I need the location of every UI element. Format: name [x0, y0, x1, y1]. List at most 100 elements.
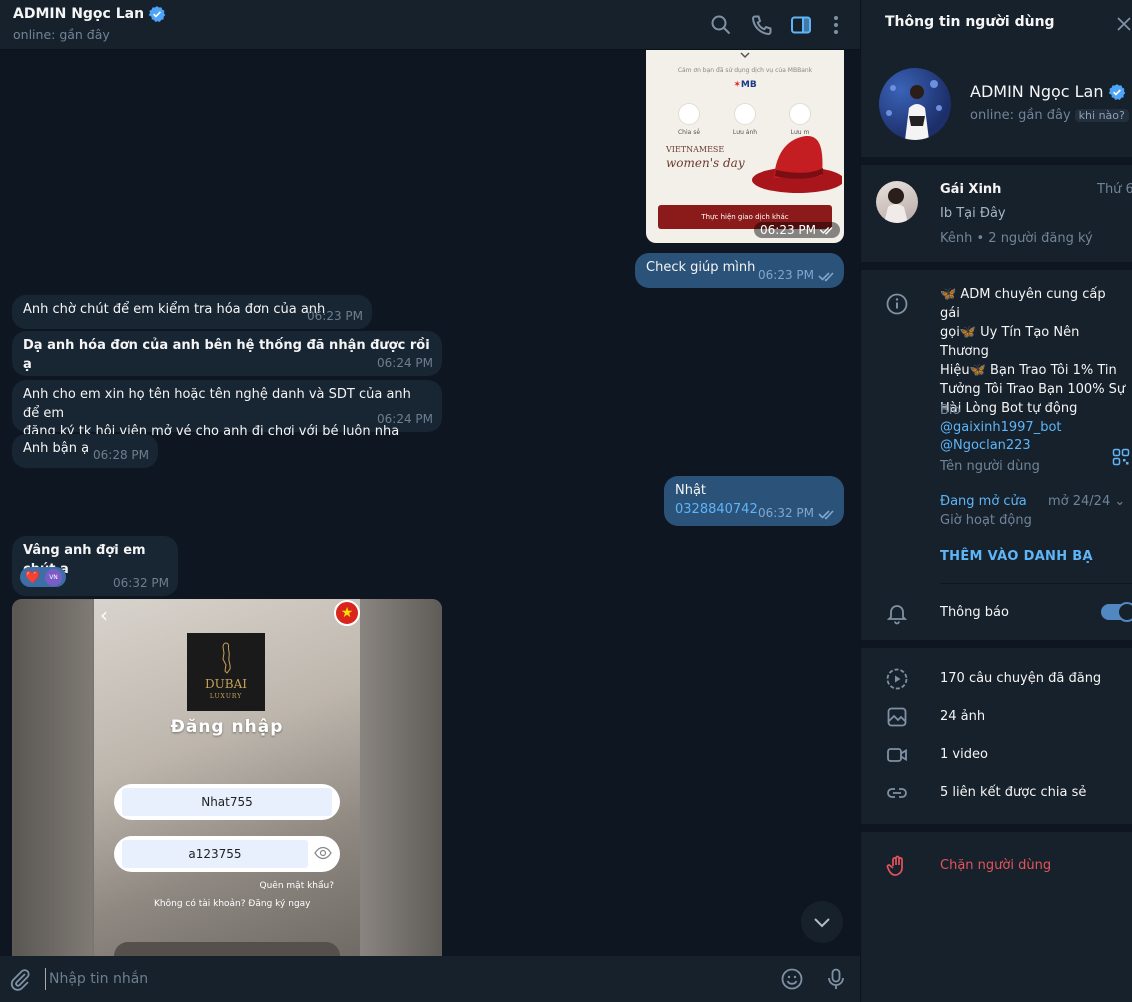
section-divider — [861, 157, 1132, 165]
section-divider — [861, 824, 1132, 832]
attach-icon[interactable] — [8, 967, 32, 991]
chat-header[interactable]: ADMIN Ngọc Lan online: gần đây — [0, 0, 860, 50]
incoming-message[interactable]: Anh cho em xin họ tên hoặc tên nghệ danh… — [12, 380, 442, 439]
business-hours-status[interactable]: Đang mở cửa — [940, 494, 1027, 509]
hours-right-text: mở 24/24 — [1048, 494, 1111, 509]
block-user-button[interactable]: Chặn người dùng — [940, 858, 1051, 873]
avatar[interactable] — [879, 68, 951, 140]
login-heading: Đăng nhập — [170, 717, 284, 737]
heart-reaction-icon: ❤️ — [25, 570, 40, 584]
channel-subscribers: Kênh • 2 người đăng ký — [940, 231, 1093, 246]
red-hat-illustration — [752, 135, 842, 193]
password-field: a123755 — [114, 836, 340, 872]
section-divider — [861, 262, 1132, 270]
business-hours-label: Giờ hoạt động — [940, 513, 1032, 528]
profile-status-text: online: gần đây — [970, 108, 1071, 123]
vietnam-flag-icon: ★ — [334, 600, 360, 626]
reaction-chip[interactable]: ❤️ VN — [20, 567, 66, 587]
outgoing-message[interactable]: Nhật 0328840742 06:32 PM — [664, 476, 844, 526]
blurred-background — [12, 599, 94, 956]
notifications-toggle[interactable] — [1101, 602, 1132, 622]
dubai-luxury-logo: DUBAI LUXURY — [187, 633, 265, 711]
message-time: 06:32 PM — [758, 505, 814, 520]
message-time: 06:23 PM — [758, 267, 814, 282]
read-ticks-icon — [819, 227, 833, 235]
mb-bank-logo: ✶MB — [733, 80, 757, 90]
stories-icon — [886, 668, 908, 690]
message-input[interactable]: Nhập tin nhắn — [45, 968, 745, 990]
receipt-action-share: Chia sẻ — [677, 129, 701, 136]
avatar-photo — [886, 80, 942, 140]
link-icon — [887, 788, 907, 798]
toggle-knob — [1117, 602, 1132, 622]
bot-link[interactable]: @gaixinh1997_bot — [940, 418, 1126, 437]
videos-count: 1 video — [940, 747, 988, 762]
emoji-icon[interactable] — [780, 967, 804, 991]
channel-avatar — [876, 181, 918, 223]
message-text-line-1: Anh cho em xin họ tên hoặc tên nghệ danh… — [23, 387, 411, 421]
message-time: 06:24 PM — [377, 411, 433, 426]
profile-name: ADMIN Ngọc Lan — [970, 82, 1126, 101]
message-text: Dạ anh hóa đơn của anh bên hệ thống đã n… — [23, 338, 430, 372]
bio[interactable]: 🦋 ADM chuyên cung cấp gái gọi🦋 Uy Tín Tạ… — [940, 285, 1126, 437]
back-arrow-icon: ‹ — [100, 603, 108, 627]
channel-date: Thứ 6 — [1097, 182, 1132, 197]
business-hours-summary[interactable]: mở 24/24 ⌄ — [1048, 494, 1125, 509]
blurred-background — [360, 599, 442, 956]
bio-line: gọi🦋 Uy Tín Tạo Nên Thương — [940, 325, 1080, 359]
chat-area: ADMIN Ngọc Lan online: gần đây Cảm ơn bạ… — [0, 0, 860, 1002]
message-text: Check giúp mình — [646, 260, 756, 275]
message-list[interactable]: Cảm ơn bạn đã sử dụng dịch vụ của MBBank… — [0, 50, 860, 956]
outgoing-message[interactable]: Check giúp mình 06:23 PM — [635, 253, 844, 288]
login-screenshot-message[interactable]: ‹ DUBAI LUXURY Đăng nhập Nhat755 a123755… — [12, 599, 442, 956]
stories-count: 170 câu chuyện đã đăng — [940, 671, 1102, 686]
notifications-label: Thông báo — [940, 605, 1009, 620]
photos-count: 24 ảnh — [940, 709, 986, 724]
username-field: Nhat755 — [114, 784, 340, 820]
message-time: 06:28 PM — [93, 447, 149, 462]
section-divider — [861, 640, 1132, 648]
close-icon[interactable] — [1116, 16, 1132, 32]
phone-call-icon[interactable] — [750, 13, 774, 37]
photo-icon — [887, 707, 907, 727]
read-ticks-icon — [818, 510, 834, 520]
reactor-avatar: VN — [45, 569, 62, 586]
eye-icon — [314, 846, 332, 860]
incoming-message[interactable]: Anh chờ chút để em kiểm tra hóa đơn của … — [12, 295, 372, 329]
sidebar-toggle-icon[interactable] — [789, 13, 813, 37]
incoming-message[interactable]: Dạ anh hóa đơn của anh bên hệ thống đã n… — [12, 331, 442, 376]
add-contact-button[interactable]: THÊM VÀO DANH BẠ — [940, 549, 1093, 564]
panel-title: Thông tin người dùng — [885, 14, 1055, 30]
username-link[interactable]: @Ngoclan223 — [940, 438, 1031, 453]
channel-description: Ib Tại Đây — [940, 206, 1006, 221]
links-count: 5 liên kết được chia sẻ — [940, 785, 1087, 800]
bio-label: Bio — [940, 403, 961, 418]
block-hand-icon — [886, 855, 903, 876]
channel-avatar-photo — [884, 188, 908, 223]
username-label: Tên người dùng — [940, 459, 1040, 474]
logo-sub: LUXURY — [209, 693, 243, 700]
login-screen: ‹ DUBAI LUXURY Đăng nhập Nhat755 a123755… — [94, 599, 360, 956]
qr-code-icon[interactable] — [1112, 448, 1130, 466]
more-menu-icon[interactable] — [824, 13, 848, 37]
search-icon[interactable] — [709, 13, 733, 37]
message-composer: Nhập tin nhắn — [0, 956, 860, 1002]
mb-logo-text: MB — [740, 80, 757, 90]
incoming-message[interactable]: Anh bận ạ 06:28 PM — [12, 434, 158, 468]
share-icon — [678, 103, 700, 125]
verified-badge-icon — [1108, 83, 1125, 100]
receipt-image-message[interactable]: Cảm ơn bạn đã sử dụng dịch vụ của MBBank… — [646, 50, 844, 243]
bell-icon — [886, 605, 908, 625]
receipt-thanks-text: Cảm ơn bạn đã sử dụng dịch vụ của MBBank — [677, 67, 813, 74]
incoming-message[interactable]: Vâng anh đợi em chút ạ ❤️ VN 06:32 PM — [12, 536, 178, 596]
scroll-down-button[interactable] — [801, 901, 843, 943]
microphone-icon[interactable] — [824, 967, 848, 991]
info-icon — [886, 293, 908, 315]
when-badge[interactable]: khi nào? — [1074, 109, 1129, 122]
username-value: Nhat755 — [122, 788, 332, 816]
chevron-down-icon — [814, 918, 830, 928]
read-ticks-icon — [818, 272, 834, 282]
chevron-down-icon: ⌄ — [1114, 494, 1126, 509]
forgot-password-text: Quên mật khẩu? — [259, 881, 334, 891]
chat-title[interactable]: ADMIN Ngọc Lan — [13, 5, 166, 23]
